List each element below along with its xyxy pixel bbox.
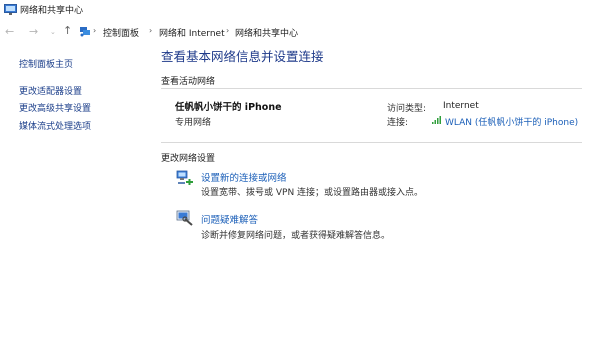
breadcrumb-separator-icon: › — [149, 26, 153, 35]
sidebar-item-media-streaming[interactable]: 媒体流式处理选项 — [19, 119, 91, 132]
forward-button[interactable]: → — [29, 26, 38, 37]
title-bar: 网络和共享中心 — [0, 0, 600, 20]
divider — [161, 88, 582, 89]
connection-label: 连接: — [387, 118, 409, 128]
up-button[interactable]: ↑ — [63, 25, 72, 36]
troubleshoot-link[interactable]: 问题疑难解答 — [201, 212, 258, 226]
network-name: 任帆帆小饼干的 iPhone — [175, 102, 282, 113]
setup-connection-link[interactable]: 设置新的连接或网络 — [201, 170, 287, 184]
breadcrumb-network-internet[interactable]: 网络和 Internet — [159, 26, 225, 39]
sidebar-item-advanced-sharing[interactable]: 更改高级共享设置 — [19, 101, 91, 114]
control-panel-icon — [80, 27, 90, 37]
divider — [161, 142, 582, 143]
sidebar-item-control-panel-home[interactable]: 控制面板主页 — [19, 57, 73, 70]
network-type[interactable]: 专用网络 — [175, 115, 211, 128]
back-button[interactable]: ← — [5, 26, 14, 37]
access-type-label: 访问类型: — [387, 104, 427, 114]
window-title: 网络和共享中心 — [20, 6, 84, 16]
setup-connection-desc: 设置宽带、拨号或 VPN 连接；或设置路由器或接入点。 — [201, 188, 424, 198]
breadcrumb-control-panel[interactable]: 控制面板 — [103, 26, 139, 39]
change-settings-heading: 更改网络设置 — [161, 154, 216, 164]
page-title: 查看基本网络信息并设置连接 — [161, 49, 324, 64]
breadcrumb-separator-icon: › — [226, 26, 230, 35]
network-center-icon — [4, 4, 17, 15]
active-networks-heading: 查看活动网络 — [161, 77, 216, 87]
history-dropdown[interactable]: ⌄ — [50, 27, 56, 38]
new-connection-icon — [176, 170, 193, 185]
troubleshoot-icon — [176, 210, 193, 226]
troubleshoot-desc: 诊断并修复网络问题，或者获得疑难解答信息。 — [201, 231, 391, 241]
access-type-value: Internet — [443, 101, 479, 111]
wifi-signal-icon — [432, 116, 441, 124]
connection-link[interactable]: WLAN (任帆帆小饼干的 iPhone) — [445, 115, 578, 128]
breadcrumb-separator-icon: › — [93, 26, 97, 35]
breadcrumb-network-center[interactable]: 网络和共享中心 — [235, 26, 298, 39]
sidebar-item-adapter-settings[interactable]: 更改适配器设置 — [19, 84, 82, 97]
